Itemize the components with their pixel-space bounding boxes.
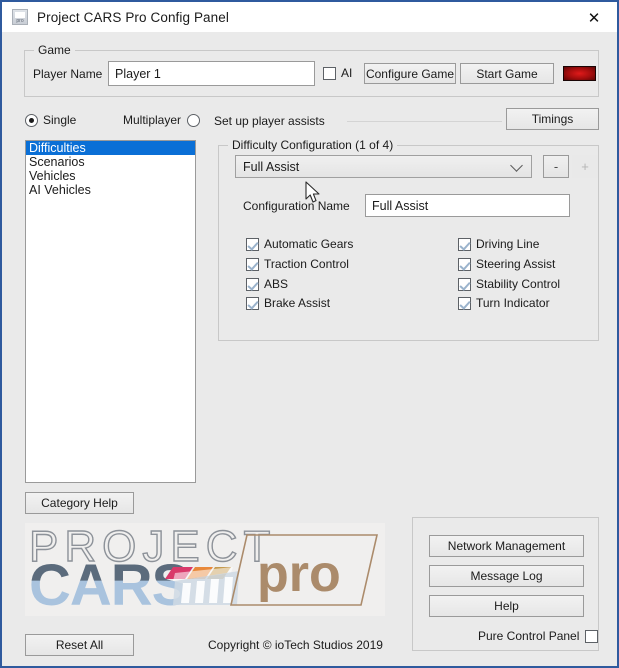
checkbox-label: ABS — [264, 277, 289, 291]
checkbox-abs[interactable]: ABS — [246, 277, 288, 291]
player-name-input[interactable]: Player 1 — [108, 61, 315, 86]
category-listbox[interactable]: Difficulties Scenarios Vehicles AI Vehic… — [25, 140, 196, 483]
category-help-button[interactable]: Category Help — [25, 492, 134, 514]
configuration-name-input[interactable]: Full Assist — [365, 194, 570, 217]
checkbox-box — [246, 237, 259, 251]
app-pro-icon — [12, 9, 28, 25]
checkbox-stability-control[interactable]: Stability Control — [458, 277, 560, 291]
title-bar: Project CARS Pro Config Panel ✕ — [2, 0, 617, 32]
ai-checkbox-label: AI — [341, 66, 353, 80]
configure-game-button[interactable]: Configure Game — [364, 63, 456, 84]
timings-button[interactable]: Timings — [506, 108, 599, 130]
window-title: Project CARS Pro Config Panel — [37, 9, 229, 25]
checkbox-label: Stability Control — [476, 277, 561, 291]
radio-multiplayer[interactable]: Multiplayer — [123, 113, 201, 127]
checkbox-box — [585, 629, 599, 643]
checkbox-automatic-gears[interactable]: Automatic Gears — [246, 237, 353, 251]
help-button[interactable]: Help — [429, 595, 584, 617]
radio-dot — [187, 113, 201, 127]
radio-single[interactable]: Single — [25, 113, 76, 127]
checkbox-box — [323, 66, 336, 80]
remove-config-button[interactable]: - — [543, 155, 569, 178]
checkbox-label: Driving Line — [476, 237, 540, 251]
project-cars-pro-logo: PROJECT CARS pro — [25, 523, 385, 616]
network-management-button[interactable]: Network Management — [429, 535, 584, 557]
checkbox-label: Traction Control — [264, 257, 349, 271]
config-panel-window: Project CARS Pro Config Panel ✕ Game Pla… — [0, 0, 619, 668]
list-item[interactable]: Difficulties — [26, 141, 195, 155]
close-icon[interactable]: ✕ — [571, 2, 617, 33]
start-game-button[interactable]: Start Game — [460, 63, 554, 84]
status-indicator-red — [563, 66, 596, 81]
checkbox-turn-indicator[interactable]: Turn Indicator — [458, 296, 550, 310]
checkbox-box — [246, 296, 259, 310]
checkbox-label: Turn Indicator — [476, 296, 550, 310]
logo-artwork: PROJECT CARS pro — [28, 523, 379, 616]
chevron-down-icon — [510, 158, 523, 172]
radio-multiplayer-label: Multiplayer — [123, 113, 182, 127]
configuration-name-label: Configuration Name — [243, 199, 350, 213]
difficulty-configuration-title: Difficulty Configuration (1 of 4) — [228, 138, 398, 152]
list-item[interactable]: AI Vehicles — [26, 183, 195, 197]
preset-combobox[interactable]: Full Assist — [235, 155, 532, 178]
checkbox-label: Automatic Gears — [264, 237, 354, 251]
checkbox-box — [246, 277, 259, 291]
checkbox-label: Steering Assist — [476, 257, 556, 271]
reset-all-button[interactable]: Reset All — [25, 634, 134, 656]
pure-control-panel-checkbox[interactable]: Pure Control Panel — [478, 629, 599, 643]
add-config-button: + — [572, 155, 598, 178]
pure-control-panel-label: Pure Control Panel — [478, 629, 580, 643]
player-name-label: Player Name — [33, 67, 103, 81]
hint-divider — [347, 121, 502, 122]
checkbox-box — [458, 257, 471, 271]
checkbox-brake-assist[interactable]: Brake Assist — [246, 296, 330, 310]
checkbox-traction-control[interactable]: Traction Control — [246, 257, 349, 271]
list-item[interactable]: Scenarios — [26, 155, 195, 169]
checkbox-label: Brake Assist — [264, 296, 331, 310]
assists-hint: Set up player assists — [214, 114, 325, 128]
svg-text:CARS: CARS — [29, 553, 189, 616]
checkbox-box — [246, 257, 259, 271]
copyright-text: Copyright © ioTech Studios 2019 — [208, 638, 383, 652]
preset-combobox-value: Full Assist — [243, 159, 300, 174]
message-log-button[interactable]: Message Log — [429, 565, 584, 587]
ai-checkbox[interactable]: AI — [323, 66, 352, 80]
radio-single-label: Single — [43, 113, 77, 127]
svg-text:pro: pro — [257, 545, 341, 603]
checkbox-box — [458, 237, 471, 251]
game-group-title: Game — [34, 43, 75, 57]
checkbox-steering-assist[interactable]: Steering Assist — [458, 257, 555, 271]
checkbox-driving-line[interactable]: Driving Line — [458, 237, 539, 251]
list-item[interactable]: Vehicles — [26, 169, 195, 183]
checkbox-box — [458, 277, 471, 291]
checkbox-box — [458, 296, 471, 310]
radio-dot — [25, 113, 38, 127]
